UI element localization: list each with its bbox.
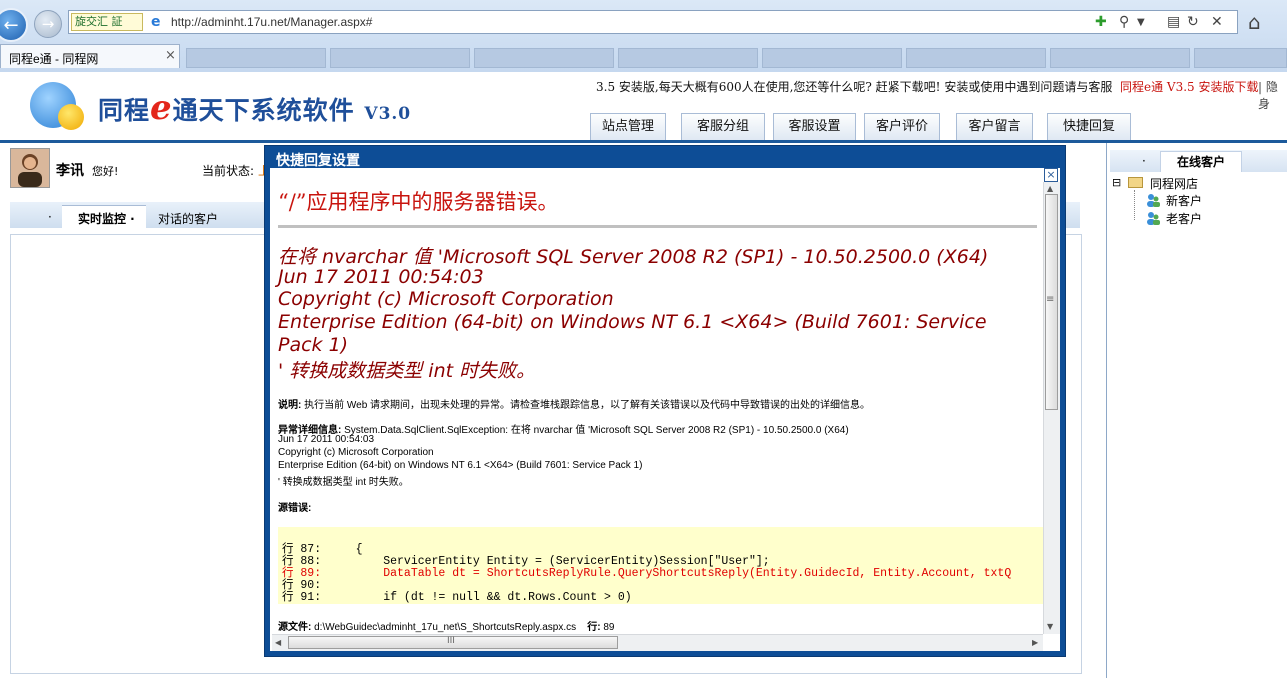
browser-tab[interactable] [330, 48, 470, 68]
home-icon[interactable]: ⌂ [1248, 10, 1261, 34]
exception-line: Enterprise Edition (64-bit) on Windows N… [278, 460, 643, 471]
user-icon [1146, 193, 1160, 207]
stop-icon[interactable]: ✕ [1211, 14, 1223, 30]
subtab-dot: · [48, 210, 52, 224]
dialog-title: 快捷回复设置 [276, 153, 360, 169]
close-icon[interactable]: × [1044, 168, 1058, 182]
scroll-up-icon[interactable]: ▲ [1047, 184, 1053, 193]
nav-tab-customer-messages[interactable]: 客户留言 [956, 113, 1033, 140]
browser-tab[interactable]: 同程e通 - 同程网 × [0, 44, 180, 68]
search-icon[interactable]: ⚲ [1119, 14, 1129, 30]
notice-text: 3.5 安装版,每天大概有600人在使用,您还等什么呢? 赶紧下载吧! 安装或使… [596, 80, 1113, 94]
page-icon[interactable]: ▤ [1167, 14, 1180, 30]
tree-toggle-icon[interactable]: ⊟ [1112, 176, 1121, 189]
tree-item-new-customers[interactable]: 新客户 [1166, 192, 1202, 209]
tab-realtime-monitor-label[interactable]: 实时监控 · [78, 210, 135, 227]
error-message-line: ' 转换成数据类型 int 时失败。 [278, 360, 536, 382]
extension-badge[interactable]: 旋交汇 証 [71, 13, 143, 31]
error-message-line: Pack 1) [278, 334, 349, 356]
app-logo: 同程e通天下系统软件 V3.0 [98, 88, 412, 128]
tab-close-icon[interactable]: × [165, 48, 176, 63]
invisible-link[interactable]: | 隐身 [1258, 78, 1287, 112]
exception-line: Copyright (c) Microsoft Corporation [278, 447, 434, 458]
refresh-icon[interactable]: ↻ [1187, 14, 1199, 30]
status-label: 当前状态: [202, 164, 255, 178]
download-link[interactable]: 同程e通 V3.5 安装版下载 [1120, 78, 1258, 95]
nav-tab-site-management[interactable]: 站点管理 [590, 113, 666, 140]
source-file: 源文件: d:\WebGuidec\adminht_17u_net\S_Shor… [278, 622, 615, 633]
avatar [10, 148, 50, 188]
user-name: 李讯 [56, 163, 84, 179]
tree-line [1134, 190, 1136, 220]
error-title: “/”应用程序中的服务器错误。 [278, 190, 559, 214]
browser-tab[interactable] [186, 48, 326, 68]
ie-icon: e [151, 14, 161, 30]
exception-line: ' 转换成数据类型 int 时失败。 [278, 477, 409, 488]
arrow-left-icon: ← [3, 14, 19, 36]
nav-tab-customer-reviews[interactable]: 客户评价 [864, 113, 940, 140]
source-error-label: 源错误: [278, 503, 312, 514]
code-line-error: 行 89: DataTable dt = ShortcutsReplyRule.… [282, 567, 1012, 580]
forward-button[interactable]: → [34, 10, 62, 38]
scroll-grip-icon: III [447, 636, 455, 646]
browser-tab[interactable] [1050, 48, 1190, 68]
panel-dot: · [1142, 154, 1146, 168]
scroll-right-icon[interactable]: ▶ [1032, 638, 1038, 647]
browser-tab[interactable] [618, 48, 758, 68]
code-line: 行 91: if (dt != null && dt.Rows.Count > … [282, 591, 632, 604]
address-bar[interactable]: 旋交汇 証 e http://adminht.17u.net/Manager.a… [68, 10, 1238, 34]
browser-tab[interactable] [474, 48, 614, 68]
tree-item-returning-customers[interactable]: 老客户 [1166, 210, 1202, 227]
error-message-line: Copyright (c) Microsoft Corporation [278, 288, 614, 310]
tab-title: 同程e通 - 同程网 [9, 52, 99, 66]
exception-line: Jun 17 2011 00:54:03 [278, 434, 375, 445]
browser-tab[interactable] [1194, 48, 1287, 68]
url-text[interactable]: http://adminht.17u.net/Manager.aspx# [171, 15, 372, 29]
error-message-line: 在将 nvarchar 值 'Microsoft SQL Server 2008… [278, 246, 989, 268]
browser-tab[interactable] [762, 48, 902, 68]
compat-view-icon[interactable]: ✚ [1095, 14, 1107, 30]
tab-chat-customers[interactable]: 对话的客户 [158, 210, 218, 227]
arrow-right-icon: → [41, 15, 55, 33]
greeting: 您好! [92, 165, 119, 178]
scroll-down-icon[interactable]: ▼ [1047, 622, 1053, 631]
user-icon [1146, 211, 1160, 225]
browser-tab[interactable] [906, 48, 1046, 68]
nav-tab-service-settings[interactable]: 客服设置 [773, 113, 856, 140]
scroll-left-icon[interactable]: ◀ [275, 638, 281, 647]
nav-tab-service-group[interactable]: 客服分组 [681, 113, 765, 140]
nav-tab-quick-reply[interactable]: 快捷回复 [1047, 113, 1131, 140]
error-divider [278, 225, 1037, 228]
folder-icon [1128, 177, 1143, 188]
error-message-line: Enterprise Edition (64-bit) on Windows N… [278, 311, 987, 333]
tab-online-customers[interactable]: 在线客户 [1160, 151, 1242, 172]
description: 说明: 执行当前 Web 请求期间，出现未处理的异常。请检查堆栈跟踪信息，以了解… [278, 400, 871, 411]
scroll-grip-icon: ≡ [1046, 294, 1055, 305]
smiley-icon [58, 104, 84, 130]
tree-root[interactable]: 同程网店 [1150, 175, 1198, 192]
header-divider [0, 140, 1287, 143]
chevron-down-icon[interactable]: ▼ [1137, 17, 1145, 28]
error-message-line: Jun 17 2011 00:54:03 [278, 266, 484, 288]
